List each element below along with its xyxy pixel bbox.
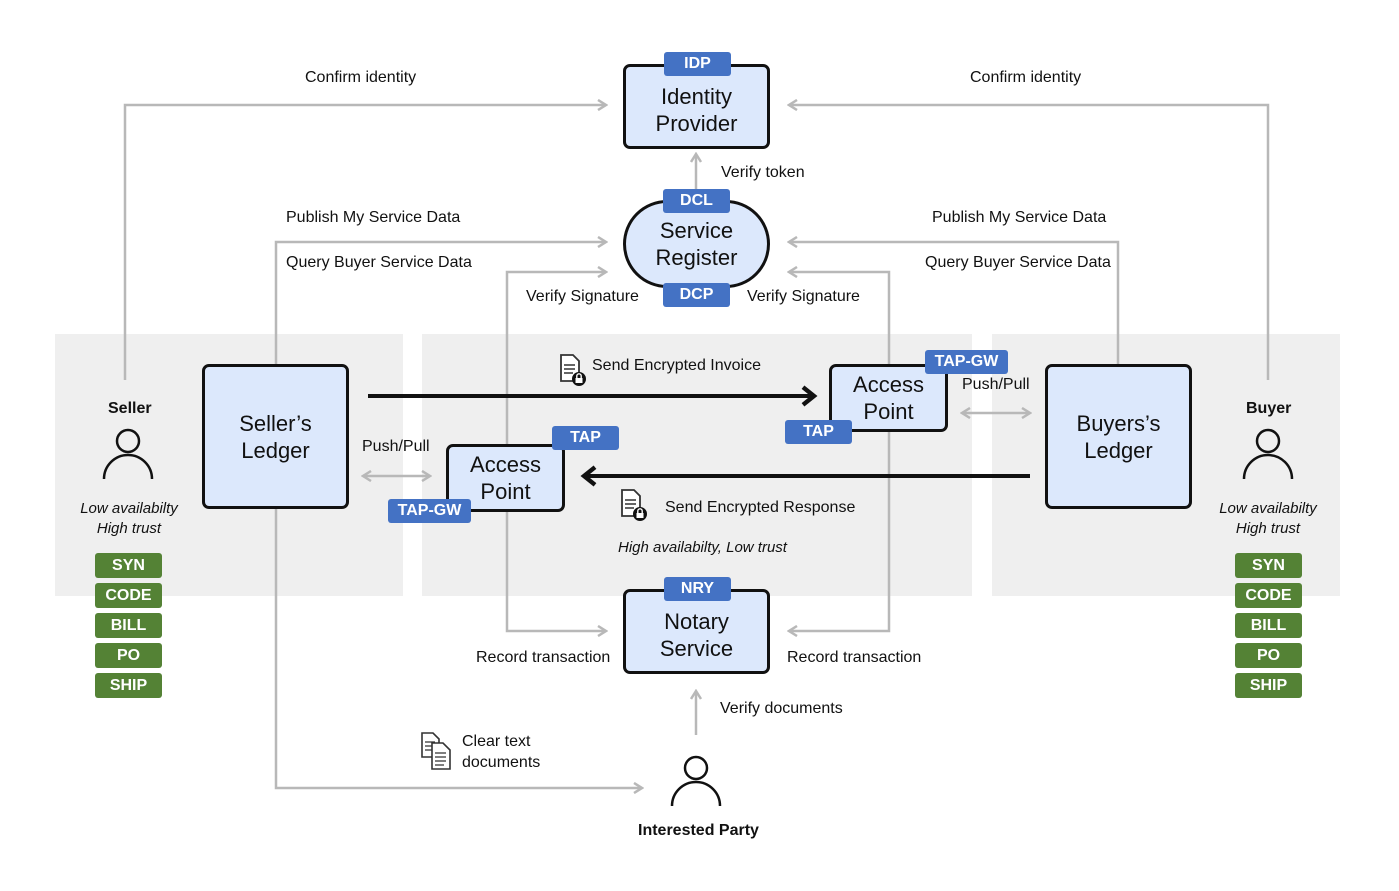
notary-service-line1: Notary [664, 608, 729, 634]
clear-text-arrow [274, 508, 642, 788]
service-register-line1: Service [659, 218, 734, 243]
verify-documents-label: Verify documents [720, 700, 843, 717]
buyer-person-icon [1242, 428, 1294, 480]
buyer-tag-po: PO [1235, 643, 1302, 668]
seller-tag-bill: BILL [95, 613, 162, 638]
send-response-label: Send Encrypted Response [665, 499, 856, 516]
record-transaction-left-label: Record transaction [476, 649, 611, 666]
seller-tag-ship: SHIP [95, 673, 162, 698]
identity-provider-line2: Provider [655, 110, 738, 136]
tap-tag-right: TAP [785, 420, 852, 444]
notary-service-line2: Service [659, 635, 734, 661]
encrypted-document-icon-invoice [560, 354, 586, 386]
seller-desc-line1: Low availabilty [80, 500, 178, 517]
tap-tag-left: TAP [552, 426, 619, 450]
nry-tag: NRY [664, 577, 731, 601]
clear-text-label-line1: Clear text [462, 733, 531, 750]
buyers-ledger-line1: Buyers’s [1076, 410, 1161, 436]
seller-desc-line2: High trust [96, 520, 162, 537]
sellers-ledger-node[interactable]: Seller’s Ledger [202, 364, 349, 509]
tap-gw-tag-right: TAP-GW [925, 350, 1008, 374]
record-transaction-right-label: Record transaction [787, 649, 922, 666]
encrypted-document-icon-response [621, 489, 647, 521]
identity-provider-line1: Identity [661, 83, 732, 109]
seller-tag-syn: SYN [95, 553, 162, 578]
confirm-identity-right-label: Confirm identity [970, 69, 1082, 86]
seller-name: Seller [108, 400, 152, 417]
seller-tag-po: PO [95, 643, 162, 668]
buyers-ledger-node[interactable]: Buyers’s Ledger [1045, 364, 1192, 509]
access-point-right-line2: Point [863, 399, 914, 424]
buyer-tag-ship: SHIP [1235, 673, 1302, 698]
access-point-right-line1: Access [853, 372, 924, 397]
buyer-desc-line1: Low availabilty [1219, 500, 1317, 517]
buyer-desc-line2: High trust [1235, 520, 1301, 537]
query-right-label: Query Buyer Service Data [925, 254, 1111, 271]
seller-description: Low availabilty High trust [60, 499, 198, 539]
access-point-left-line1: Access [470, 452, 541, 477]
verify-token-label: Verify token [721, 164, 805, 181]
clear-text-label-line2: documents [462, 754, 541, 771]
verify-signature-right-label: Verify Signature [747, 288, 860, 305]
identity-provider-node[interactable]: Identity Provider [623, 64, 770, 149]
service-register-line2: Register [655, 245, 738, 270]
service-register-node[interactable]: Service Register [623, 200, 770, 288]
sellers-ledger-line1: Seller’s [239, 410, 312, 436]
buyer-tag-bill: BILL [1235, 613, 1302, 638]
record-left-arrow [505, 510, 606, 631]
idp-tag: IDP [664, 52, 731, 76]
publish-right-label: Publish My Service Data [932, 209, 1107, 226]
confirm-identity-left-label: Confirm identity [305, 69, 417, 86]
dcp-tag: DCP [663, 283, 730, 307]
verify-sig-right-arrow [789, 272, 891, 365]
access-point-left-line2: Point [480, 479, 531, 504]
interested-party-name: Interested Party [638, 822, 759, 839]
buyer-description: Low availabilty High trust [1199, 499, 1337, 539]
buyer-tag-syn: SYN [1235, 553, 1302, 578]
publish-left-label: Publish My Service Data [286, 209, 461, 226]
middle-zone-label: High availabilty, Low trust [618, 539, 787, 556]
seller-person-icon [102, 428, 154, 480]
sellers-ledger-line2: Ledger [241, 437, 310, 463]
tap-gw-tag-left: TAP-GW [388, 499, 471, 523]
interested-party-person-icon [670, 755, 722, 807]
verify-signature-left-label: Verify Signature [526, 288, 639, 305]
buyer-name: Buyer [1246, 400, 1292, 417]
send-invoice-label: Send Encrypted Invoice [592, 357, 761, 374]
dcl-tag: DCL [663, 189, 730, 213]
buyers-ledger-line2: Ledger [1084, 437, 1153, 463]
buyer-tag-code: CODE [1235, 583, 1302, 608]
notary-service-node[interactable]: Notary Service [623, 589, 770, 674]
push-pull-left-label: Push/Pull [362, 438, 430, 455]
query-left-label: Query Buyer Service Data [286, 254, 472, 271]
record-right-arrow [789, 432, 891, 631]
push-pull-right-label: Push/Pull [962, 376, 1030, 393]
seller-tag-code: CODE [95, 583, 162, 608]
clear-text-documents-icon [421, 732, 451, 770]
